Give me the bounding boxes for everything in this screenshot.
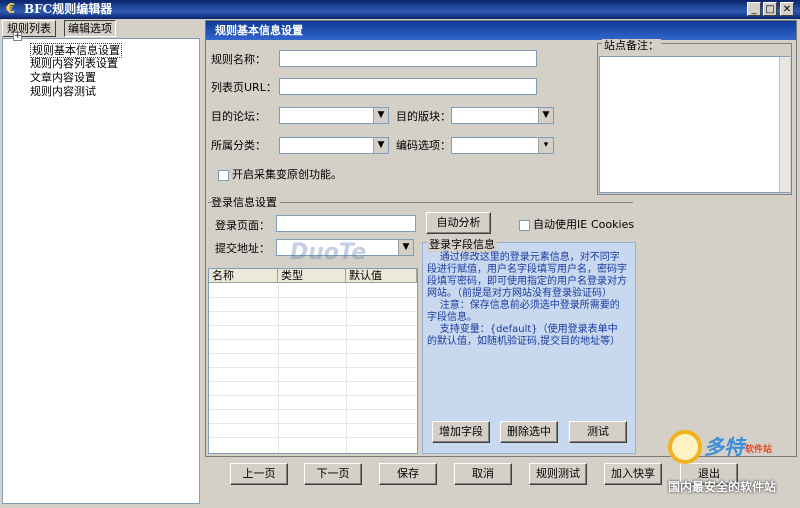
save-button[interactable]: 保存 [379, 463, 437, 485]
app-e-icon: € [5, 2, 16, 17]
encoding-select[interactable]: ▾ [451, 137, 554, 154]
test-button[interactable]: 测试 [569, 421, 627, 443]
tree-view: 规则基本信息设置 规则内容列表设置 文章内容设置 规则内容测试 [2, 38, 200, 504]
next-page-button[interactable]: 下一页 [304, 463, 362, 485]
login-page-label: 登录页面： [215, 219, 270, 232]
grid-row-line [209, 297, 417, 298]
tree-item-content-list[interactable]: 规则内容列表设置 [30, 57, 118, 70]
tree-item-basic-info[interactable]: 规则基本信息设置 [30, 43, 122, 58]
list-url-input[interactable] [279, 78, 537, 95]
grid-row-line [209, 437, 417, 438]
cancel-button[interactable]: 取消 [454, 463, 512, 485]
grid-row-line [209, 325, 417, 326]
delete-selected-button[interactable]: 删除选中 [500, 421, 558, 443]
grid-row-line [209, 367, 417, 368]
grid-header-name[interactable]: 名称 [209, 269, 278, 283]
target-board-label: 目的版块： [396, 110, 451, 123]
grid-divider [346, 283, 347, 453]
rule-name-input[interactable] [279, 50, 537, 67]
tree-item-article-content[interactable]: 文章内容设置 [30, 71, 96, 84]
fields-grid[interactable] [208, 268, 418, 454]
submit-address-label: 提交地址： [215, 242, 270, 255]
rule-test-button[interactable]: 规则测试 [529, 463, 587, 485]
grid-row-line [209, 423, 417, 424]
minimize-button[interactable]: _ [747, 2, 761, 16]
chevron-down-icon: ▾ [538, 138, 553, 153]
chevron-down-icon: ▼ [538, 108, 553, 123]
original-checkbox[interactable] [218, 170, 229, 181]
chevron-down-icon: ▼ [398, 240, 413, 255]
grid-header-type[interactable]: 类型 [278, 269, 346, 283]
cookies-label: Cookies [591, 218, 635, 231]
prev-page-button[interactable]: 上一页 [230, 463, 288, 485]
tab-rule-list[interactable]: 规则列表 [2, 20, 56, 37]
add-field-button[interactable]: 增加字段 [432, 421, 490, 443]
list-url-label: 列表页URL： [211, 81, 277, 94]
rule-name-label: 规则名称： [211, 53, 266, 66]
original-label: 开启采集变原创功能。 [232, 168, 342, 181]
logo-subtitle: 软件站 [745, 445, 773, 455]
notes-textarea[interactable] [599, 56, 790, 193]
maximize-button[interactable]: □ [763, 2, 777, 16]
login-field-info-title: 登录字段信息 [427, 238, 497, 252]
tab-edit-options[interactable]: 编辑选项 [64, 20, 116, 37]
target-board-select[interactable]: ▼ [451, 107, 554, 124]
auto-ie-checkbox[interactable] [519, 220, 530, 231]
title-bar [0, 0, 800, 19]
grid-header-default[interactable]: 默认值 [346, 269, 417, 283]
auto-ie-label: 自动使用IE [533, 218, 588, 231]
category-select[interactable]: ▼ [279, 137, 389, 154]
encoding-label: 编码选项： [396, 139, 451, 152]
notes-label: 站点备注： [602, 39, 661, 53]
grid-row-line [209, 409, 417, 410]
tree-item-content-test[interactable]: 规则内容测试 [30, 85, 96, 98]
logo-ring-icon [668, 430, 702, 464]
watermark: DuoTe [290, 240, 367, 265]
notes-scrollbar[interactable] [779, 57, 790, 192]
expand-icon[interactable]: + [13, 32, 22, 41]
logo-slogan: 国内最安全的软件站 [668, 480, 777, 494]
chevron-down-icon: ▼ [373, 108, 388, 123]
window-title: BFC规则编辑器 [24, 2, 113, 16]
target-forum-label: 目的论坛： [211, 110, 266, 123]
close-button[interactable]: ✕ [780, 2, 794, 16]
grid-row-line [209, 339, 417, 340]
grid-row-line [209, 395, 417, 396]
add-share-button[interactable]: 加入快享 [604, 463, 662, 485]
grid-row-line [209, 311, 417, 312]
login-page-input[interactable] [276, 215, 416, 232]
login-field-info-text: 通过修改这里的登录元素信息，对不同字段进行赋值，用户名字段填写用户名，密码字段填… [427, 252, 627, 347]
grid-row-line [209, 381, 417, 382]
category-label: 所属分类： [211, 139, 266, 152]
chevron-down-icon: ▼ [373, 138, 388, 153]
target-forum-select[interactable]: ▼ [279, 107, 389, 124]
grid-divider [278, 283, 279, 453]
panel-title: 规则基本信息设置 [215, 24, 303, 37]
auto-analyze-button[interactable]: 自动分析 [426, 212, 491, 234]
login-group-label: 登录信息设置 [211, 196, 280, 210]
grid-row-line [209, 353, 417, 354]
logo-name: 多特 [704, 435, 744, 459]
